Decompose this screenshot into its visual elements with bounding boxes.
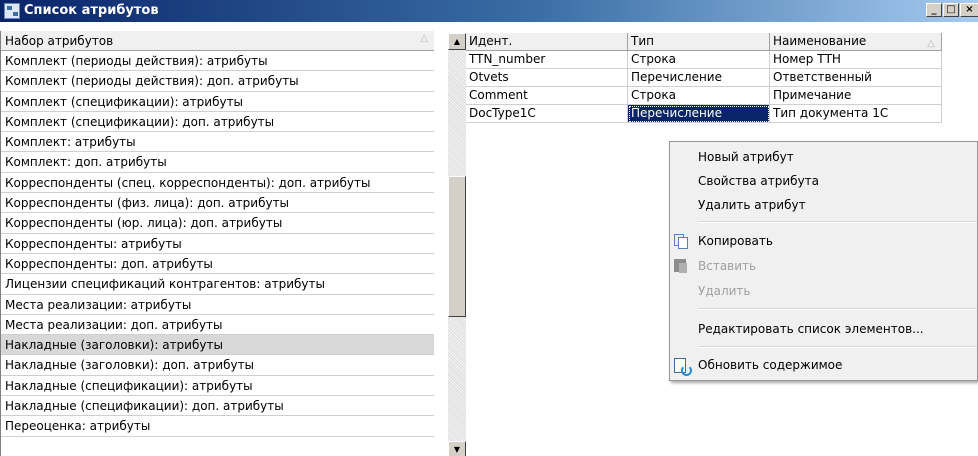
menu-item-copy[interactable]: Копировать bbox=[672, 230, 977, 252]
cell-type[interactable]: Перечисление bbox=[628, 69, 770, 87]
menu-item-refresh-label: Обновить содержимое bbox=[698, 358, 843, 372]
list-item[interactable]: Комплект (спецификации): доп. атрибуты bbox=[1, 112, 434, 133]
menu-item-attribute-properties[interactable]: Свойства атрибута bbox=[672, 170, 977, 192]
list-item[interactable]: Корреспонденты (юр. лица): доп. атрибуты bbox=[1, 213, 434, 234]
attribute-set-header-label: Набор атрибутов bbox=[5, 34, 114, 48]
list-item[interactable]: Комплект (периоды действия): доп. атрибу… bbox=[1, 71, 434, 92]
grid-header-row: Идент. Тип Наименование △ bbox=[466, 33, 978, 51]
copy-icon bbox=[673, 233, 689, 249]
list-item[interactable]: Комплект (спецификации): атрибуты bbox=[1, 92, 434, 112]
attribute-set-rows: Комплект (периоды действия): атрибуты Ком… bbox=[1, 51, 434, 437]
list-item[interactable]: Накладные (спецификации): атрибуты bbox=[1, 376, 434, 397]
list-item[interactable]: Переоценка: атрибуты bbox=[1, 416, 434, 437]
minimize-button[interactable]: _ bbox=[926, 3, 942, 17]
list-item[interactable]: Корреспонденты (спец. корреспонденты): д… bbox=[1, 173, 434, 194]
maximize-button[interactable]: □ bbox=[943, 3, 959, 17]
cell-id[interactable]: DocType1C bbox=[466, 105, 628, 123]
window-titlebar[interactable]: Список атрибутов _ □ × bbox=[0, 0, 978, 22]
sort-ascending-icon: △ bbox=[420, 33, 428, 44]
refresh-icon bbox=[673, 357, 692, 376]
scroll-up-button[interactable]: ▲ bbox=[448, 33, 466, 50]
menu-item-paste-label: Вставить bbox=[698, 259, 757, 273]
menu-item-new-attribute[interactable]: Новый атрибут bbox=[672, 146, 977, 168]
menu-item-delete-attribute[interactable]: Удалить атрибут bbox=[672, 194, 977, 216]
menu-item-refresh-contents[interactable]: Обновить содержимое bbox=[672, 354, 977, 376]
cell-id[interactable]: TTN_number bbox=[466, 51, 628, 69]
cell-id[interactable]: Comment bbox=[466, 87, 628, 105]
list-item[interactable]: Комплект: атрибуты bbox=[1, 132, 434, 153]
list-item[interactable]: Корреспонденты (физ. лица): доп. атрибут… bbox=[1, 193, 434, 214]
attribute-set-column-header[interactable]: Набор атрибутов △ bbox=[1, 31, 434, 51]
menu-separator bbox=[698, 346, 977, 348]
list-item[interactable]: Комплект: доп. атрибуты bbox=[1, 152, 434, 173]
table-row-selected[interactable]: DocType1C Перечисление Тип документа 1С bbox=[466, 105, 978, 123]
cell-type[interactable]: Строка bbox=[628, 51, 770, 69]
menu-separator bbox=[698, 308, 977, 310]
menu-item-delete[interactable]: Удалить bbox=[672, 280, 977, 302]
scroll-thumb[interactable] bbox=[448, 176, 466, 317]
table-row[interactable]: Comment Строка Примечание bbox=[466, 87, 978, 105]
cell-name[interactable]: Номер ТТН bbox=[770, 51, 942, 69]
cell-id[interactable]: Otvets bbox=[466, 69, 628, 87]
menu-item-paste[interactable]: Вставить bbox=[672, 255, 977, 277]
column-header-id[interactable]: Идент. bbox=[466, 33, 628, 51]
cell-name[interactable]: Ответственный bbox=[770, 69, 942, 87]
column-header-name-label: Наименование bbox=[773, 34, 867, 48]
list-item-selected[interactable]: Накладные (заголовки): атрибуты bbox=[1, 335, 434, 356]
cell-type-selected[interactable]: Перечисление bbox=[628, 105, 770, 123]
table-row[interactable]: Otvets Перечисление Ответственный bbox=[466, 69, 978, 87]
close-button[interactable]: × bbox=[960, 3, 978, 17]
cell-name[interactable]: Тип документа 1С bbox=[770, 105, 942, 123]
list-item[interactable]: Корреспонденты: доп. атрибуты bbox=[1, 254, 434, 275]
list-item[interactable]: Корреспонденты: атрибуты bbox=[1, 234, 434, 254]
cell-name[interactable]: Примечание bbox=[770, 87, 942, 105]
list-item[interactable]: Лицензии спецификаций контрагентов: атри… bbox=[1, 274, 434, 295]
menu-item-edit-element-list[interactable]: Редактировать список элементов... bbox=[672, 318, 977, 340]
cell-type[interactable]: Строка bbox=[628, 87, 770, 105]
list-item[interactable]: Накладные (заголовки): доп. атрибуты bbox=[1, 355, 434, 376]
table-row[interactable]: TTN_number Строка Номер ТТН bbox=[466, 51, 978, 69]
list-item[interactable]: Накладные (спецификации): доп. атрибуты bbox=[1, 396, 434, 417]
column-header-name[interactable]: Наименование △ bbox=[770, 33, 942, 51]
menu-item-copy-label: Копировать bbox=[698, 234, 773, 248]
column-header-type[interactable]: Тип bbox=[628, 33, 770, 51]
scroll-down-button[interactable]: ▼ bbox=[448, 441, 466, 456]
list-item[interactable]: Места реализации: атрибуты bbox=[1, 295, 434, 315]
list-item[interactable]: Места реализации: доп. атрибуты bbox=[1, 315, 434, 336]
context-menu: Новый атрибут Свойства атрибута Удалить … bbox=[669, 141, 978, 381]
list-item[interactable]: Комплект (периоды действия): атрибуты bbox=[1, 51, 434, 72]
sort-ascending-icon: △ bbox=[927, 38, 935, 49]
vertical-scrollbar[interactable]: ▲ ▼ bbox=[448, 33, 466, 456]
attribute-set-list: Набор атрибутов △ Комплект (периоды дейс… bbox=[0, 31, 434, 456]
list-window-icon bbox=[4, 3, 20, 19]
menu-separator bbox=[698, 221, 977, 223]
paste-icon bbox=[673, 258, 689, 274]
window-title: Список атрибутов bbox=[24, 3, 159, 18]
